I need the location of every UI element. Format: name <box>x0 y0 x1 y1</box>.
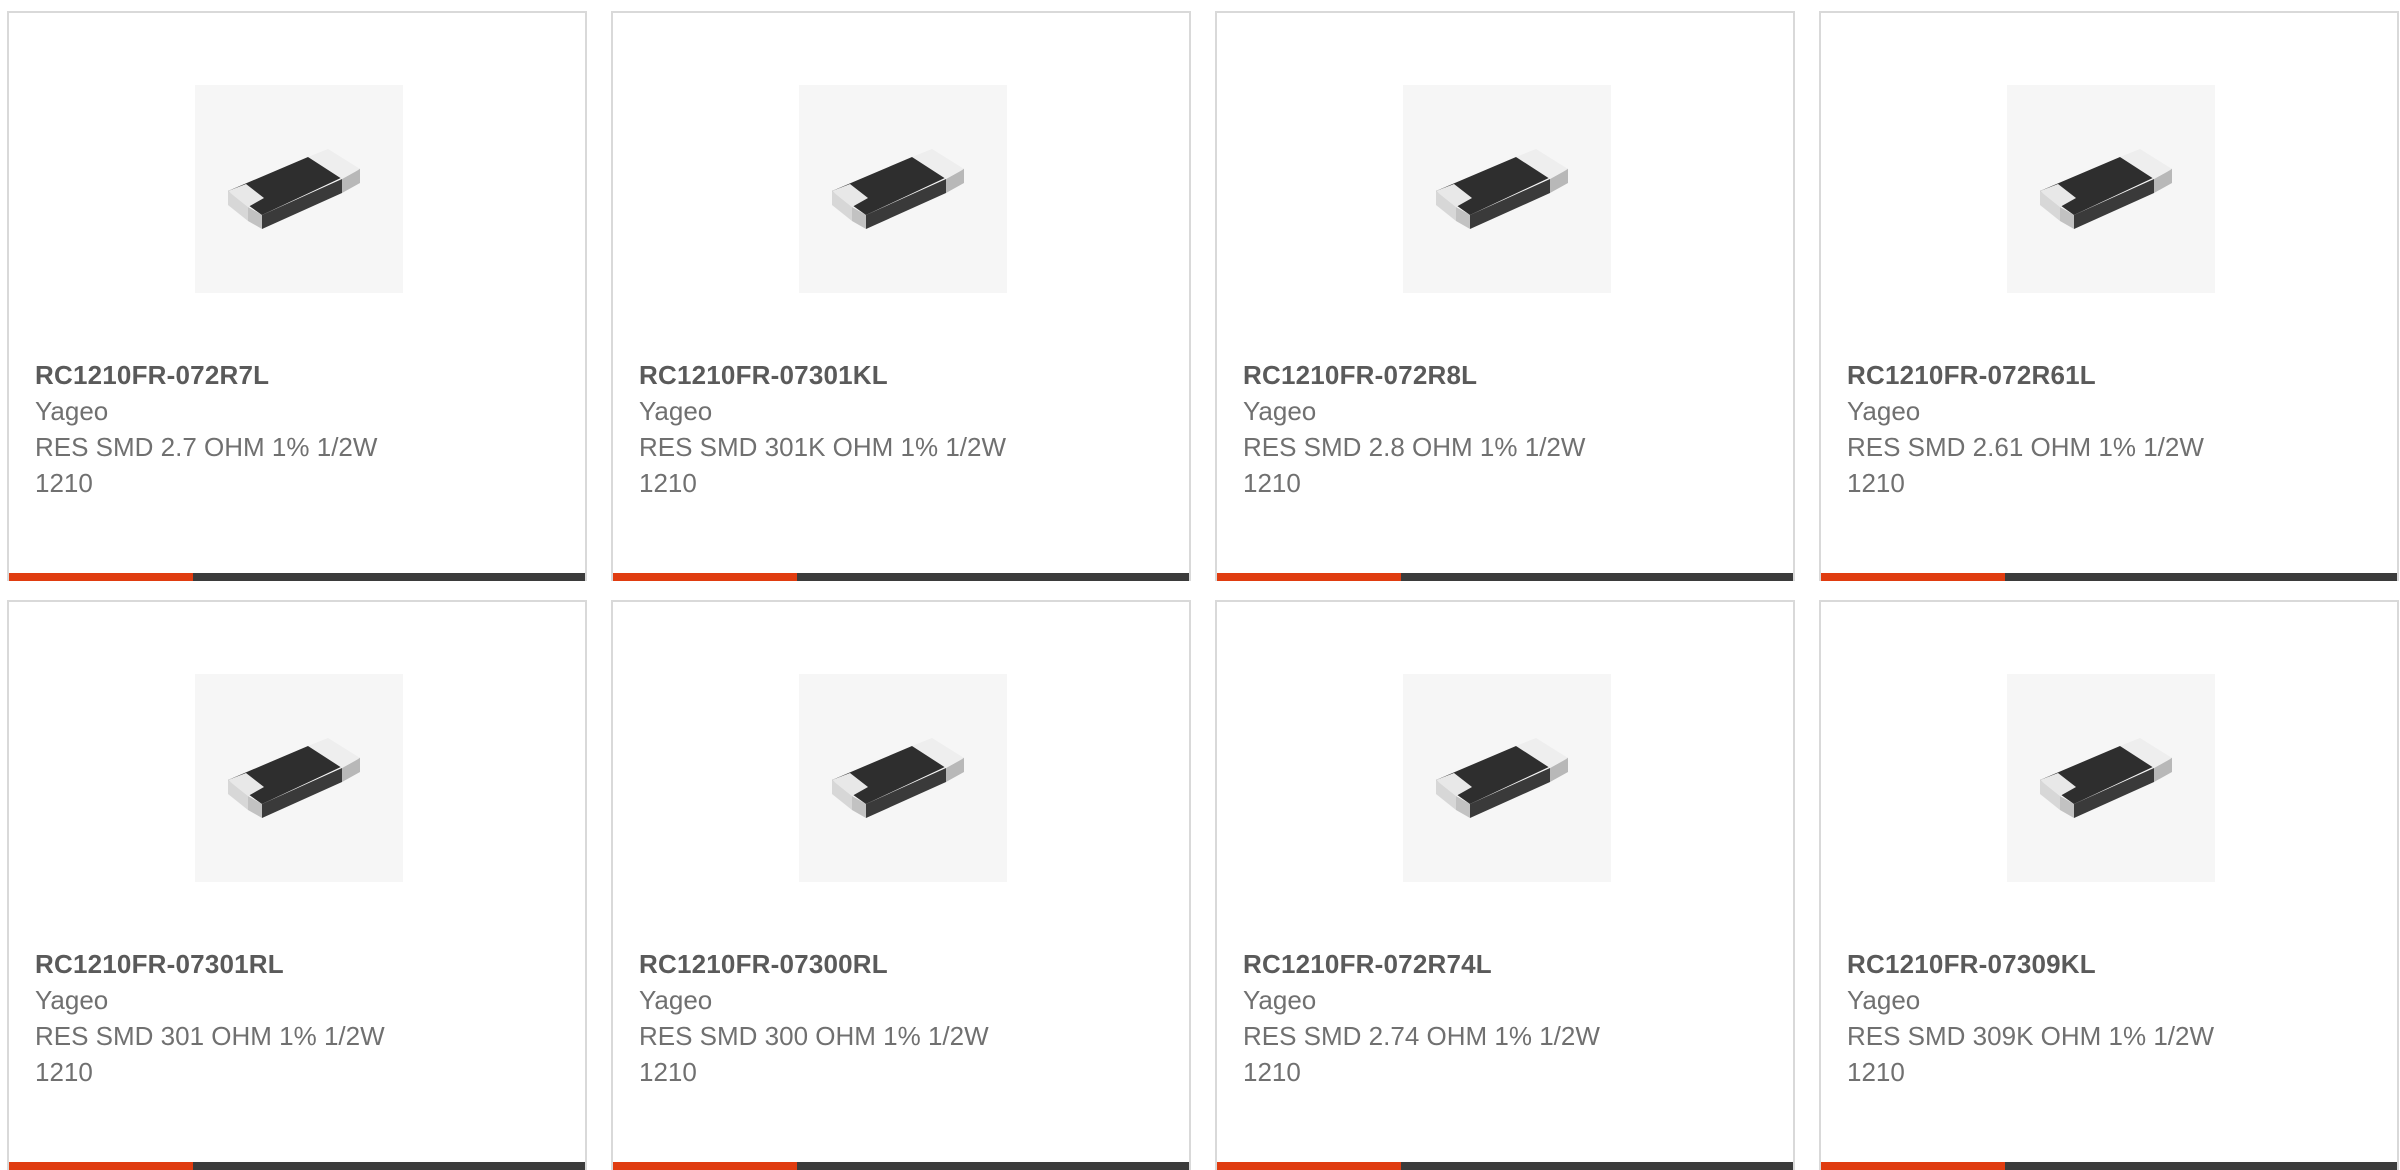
manufacturer-name: Yageo <box>35 985 109 1015</box>
manufacturer-name: Yageo <box>639 985 713 1015</box>
card-bottom-bar <box>1217 573 1793 581</box>
part-number-link[interactable]: RC1210FR-07301RL <box>35 946 565 982</box>
product-image[interactable] <box>2007 674 2215 882</box>
product-card[interactable]: RC1210FR-072R61L Yageo RES SMD 2.61 OHM … <box>1819 11 2399 581</box>
product-package: 1210 <box>1243 1057 1301 1087</box>
part-number-link[interactable]: RC1210FR-07301KL <box>639 357 1169 393</box>
part-number-link[interactable]: RC1210FR-07309KL <box>1847 946 2377 982</box>
card-accent-bar <box>1821 573 2006 581</box>
card-accent-bar <box>9 1162 194 1170</box>
chip-resistor-icon <box>832 738 964 818</box>
product-info: RC1210FR-072R7L Yageo RES SMD 2.7 OHM 1%… <box>35 357 565 501</box>
product-info: RC1210FR-07301KL Yageo RES SMD 301K OHM … <box>639 357 1169 501</box>
chip-resistor-icon <box>2040 149 2172 229</box>
product-package: 1210 <box>639 468 697 498</box>
product-grid: RC1210FR-072R7L Yageo RES SMD 2.7 OHM 1%… <box>7 11 2399 1170</box>
product-package: 1210 <box>1847 1057 1905 1087</box>
product-description: RES SMD 309K OHM 1% 1/2W <box>1847 1021 2214 1051</box>
chip-resistor-icon <box>2040 738 2172 818</box>
product-info: RC1210FR-072R61L Yageo RES SMD 2.61 OHM … <box>1847 357 2377 501</box>
chip-resistor-icon <box>1436 738 1568 818</box>
product-card[interactable]: RC1210FR-07309KL Yageo RES SMD 309K OHM … <box>1819 600 2399 1170</box>
product-info: RC1210FR-07301RL Yageo RES SMD 301 OHM 1… <box>35 946 565 1090</box>
manufacturer-name: Yageo <box>1243 396 1317 426</box>
manufacturer-name: Yageo <box>35 396 109 426</box>
card-bottom-bar <box>1821 573 2397 581</box>
card-accent-bar <box>1217 573 1402 581</box>
product-description: RES SMD 300 OHM 1% 1/2W <box>639 1021 989 1051</box>
part-number-link[interactable]: RC1210FR-072R61L <box>1847 357 2377 393</box>
product-package: 1210 <box>35 1057 93 1087</box>
chip-resistor-icon <box>832 149 964 229</box>
product-card[interactable]: RC1210FR-072R74L Yageo RES SMD 2.74 OHM … <box>1215 600 1795 1170</box>
product-card[interactable]: RC1210FR-07301KL Yageo RES SMD 301K OHM … <box>611 11 1191 581</box>
card-bottom-bar <box>613 573 1189 581</box>
product-card[interactable]: RC1210FR-07301RL Yageo RES SMD 301 OHM 1… <box>7 600 587 1170</box>
product-description: RES SMD 2.7 OHM 1% 1/2W <box>35 432 378 462</box>
card-bottom-bar <box>613 1162 1189 1170</box>
product-image[interactable] <box>799 85 1007 293</box>
product-description: RES SMD 301 OHM 1% 1/2W <box>35 1021 385 1051</box>
product-image[interactable] <box>1403 85 1611 293</box>
product-card[interactable]: RC1210FR-072R7L Yageo RES SMD 2.7 OHM 1%… <box>7 11 587 581</box>
product-info: RC1210FR-07300RL Yageo RES SMD 300 OHM 1… <box>639 946 1169 1090</box>
product-image[interactable] <box>799 674 1007 882</box>
card-bottom-bar <box>9 1162 585 1170</box>
product-card[interactable]: RC1210FR-07300RL Yageo RES SMD 300 OHM 1… <box>611 600 1191 1170</box>
manufacturer-name: Yageo <box>1243 985 1317 1015</box>
card-bottom-bar <box>1217 1162 1793 1170</box>
part-number-link[interactable]: RC1210FR-072R8L <box>1243 357 1773 393</box>
product-image[interactable] <box>195 85 403 293</box>
product-description: RES SMD 2.61 OHM 1% 1/2W <box>1847 432 2204 462</box>
card-accent-bar <box>1821 1162 2006 1170</box>
part-number-link[interactable]: RC1210FR-072R74L <box>1243 946 1773 982</box>
card-accent-bar <box>613 573 798 581</box>
product-package: 1210 <box>1847 468 1905 498</box>
product-package: 1210 <box>1243 468 1301 498</box>
product-info: RC1210FR-072R8L Yageo RES SMD 2.8 OHM 1%… <box>1243 357 1773 501</box>
card-accent-bar <box>9 573 194 581</box>
product-description: RES SMD 2.74 OHM 1% 1/2W <box>1243 1021 1600 1051</box>
manufacturer-name: Yageo <box>639 396 713 426</box>
product-description: RES SMD 301K OHM 1% 1/2W <box>639 432 1006 462</box>
chip-resistor-icon <box>228 738 360 818</box>
part-number-link[interactable]: RC1210FR-072R7L <box>35 357 565 393</box>
card-accent-bar <box>613 1162 798 1170</box>
part-number-link[interactable]: RC1210FR-07300RL <box>639 946 1169 982</box>
product-description: RES SMD 2.8 OHM 1% 1/2W <box>1243 432 1586 462</box>
product-info: RC1210FR-07309KL Yageo RES SMD 309K OHM … <box>1847 946 2377 1090</box>
card-bottom-bar <box>1821 1162 2397 1170</box>
product-card[interactable]: RC1210FR-072R8L Yageo RES SMD 2.8 OHM 1%… <box>1215 11 1795 581</box>
product-image[interactable] <box>1403 674 1611 882</box>
product-image[interactable] <box>195 674 403 882</box>
product-image[interactable] <box>2007 85 2215 293</box>
manufacturer-name: Yageo <box>1847 396 1921 426</box>
product-package: 1210 <box>639 1057 697 1087</box>
product-info: RC1210FR-072R74L Yageo RES SMD 2.74 OHM … <box>1243 946 1773 1090</box>
card-bottom-bar <box>9 573 585 581</box>
card-accent-bar <box>1217 1162 1402 1170</box>
chip-resistor-icon <box>228 149 360 229</box>
product-package: 1210 <box>35 468 93 498</box>
chip-resistor-icon <box>1436 149 1568 229</box>
manufacturer-name: Yageo <box>1847 985 1921 1015</box>
